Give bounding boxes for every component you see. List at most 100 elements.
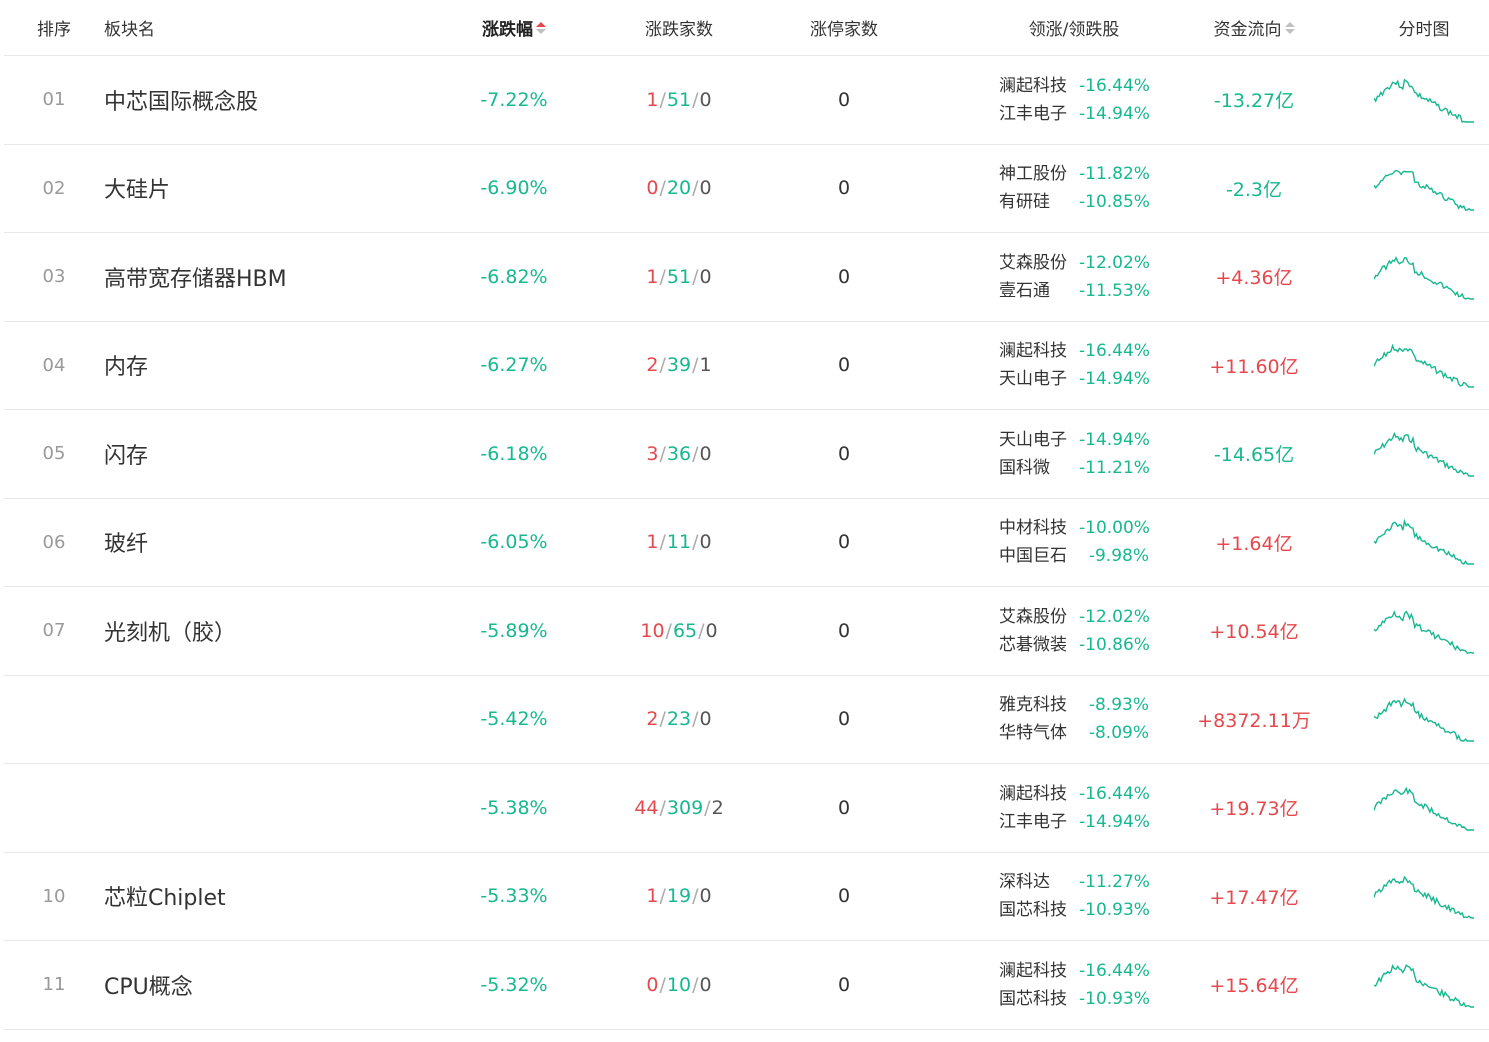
leader-stocks: 中材科技 -10.00% 中国巨石 -9.98% xyxy=(954,499,1194,587)
leader-stock-change: -10.93% xyxy=(1079,988,1150,1009)
leader-stock-item[interactable]: 澜起科技 -16.44% xyxy=(999,783,1150,805)
leader-stock-item[interactable]: 江丰电子 -14.94% xyxy=(999,103,1150,125)
leader-stock-name[interactable]: 天山电子 xyxy=(999,429,1079,451)
table-row[interactable]: 10 芯粒Chiplet -5.33% 1/19/0 0 深科达 -11.27% 国芯科技 -1… xyxy=(4,853,1489,941)
leader-stock-name[interactable]: 江丰电子 xyxy=(999,811,1079,833)
leader-stock-item[interactable]: 芯碁微装 -10.86% xyxy=(999,634,1150,656)
leader-stock-name[interactable]: 艾森股份 xyxy=(999,606,1079,628)
leader-stock-item[interactable]: 中国巨石 -9.98% xyxy=(999,545,1149,567)
leader-stock-item[interactable]: 深科达 -11.27% xyxy=(999,871,1150,893)
leader-stock-item[interactable]: 华特气体 -8.09% xyxy=(999,722,1149,744)
capital-flow: +10.54亿 xyxy=(1209,621,1299,644)
sort-active-icon xyxy=(536,21,546,34)
change-percent: -6.90% xyxy=(480,177,548,200)
table-row[interactable]: 07 光刻机（胶） -5.89% 10/65/0 0 艾森股份 -12.02% 芯碁微装 -10… xyxy=(4,587,1489,676)
intraday-sparkline[interactable] xyxy=(1364,764,1484,852)
leader-stock-item[interactable]: 艾森股份 -12.02% xyxy=(999,252,1150,274)
sector-name-link[interactable]: 光刻机（胶） xyxy=(104,587,404,675)
decliners-count: 51 xyxy=(666,265,692,288)
leader-stock-item[interactable]: 天山电子 -14.94% xyxy=(999,368,1150,390)
leader-stock-item[interactable]: 艾森股份 -12.02% xyxy=(999,606,1150,628)
separator: / xyxy=(692,885,699,908)
table-row[interactable]: -5.38% 44/309/2 0 澜起科技 -16.44% 江丰电子 -14.94% +19… xyxy=(4,764,1489,853)
sector-name-link[interactable]: CPU概念 xyxy=(104,941,404,1029)
intraday-sparkline[interactable] xyxy=(1364,410,1484,498)
leader-stock-item[interactable]: 神工股份 -11.82% xyxy=(999,163,1150,185)
leader-stock-name[interactable]: 神工股份 xyxy=(999,163,1079,185)
intraday-sparkline[interactable] xyxy=(1364,941,1484,1029)
leader-stock-item[interactable]: 澜起科技 -16.44% xyxy=(999,960,1150,982)
leader-stock-name[interactable]: 深科达 xyxy=(999,871,1079,893)
table-row[interactable]: -5.42% 2/23/0 0 雅克科技 -8.93% 华特气体 -8.09% +8372.1… xyxy=(4,676,1489,764)
leader-stock-change: -11.82% xyxy=(1079,164,1150,185)
intraday-sparkline[interactable] xyxy=(1364,322,1484,410)
leader-stock-name[interactable]: 澜起科技 xyxy=(999,960,1079,982)
leader-stock-name[interactable]: 国芯科技 xyxy=(999,899,1079,921)
change-percent: -5.89% xyxy=(480,619,548,642)
sector-name-link[interactable]: 闪存 xyxy=(104,410,404,498)
unchanged-count: 0 xyxy=(699,531,712,554)
sector-name-link[interactable]: 高带宽存储器HBM xyxy=(104,233,404,321)
table-row[interactable]: 05 闪存 -6.18% 3/36/0 0 天山电子 -14.94% 国科微 -11.21% -1… xyxy=(4,410,1489,499)
leader-stock-name[interactable]: 华特气体 xyxy=(999,722,1079,744)
table-row[interactable]: 06 玻纤 -6.05% 1/11/0 0 中材科技 -10.00% 中国巨石 -9.98% +1… xyxy=(4,499,1489,587)
sector-name-link[interactable]: 中芯国际概念股 xyxy=(104,56,404,144)
intraday-sparkline[interactable] xyxy=(1364,499,1484,587)
leader-stock-name[interactable]: 艾森股份 xyxy=(999,252,1079,274)
leader-stock-name[interactable]: 芯碁微装 xyxy=(999,634,1079,656)
sector-name-link[interactable]: 芯粒Chiplet xyxy=(104,853,404,941)
table-row[interactable]: 02 大硅片 -6.90% 0/20/0 0 神工股份 -11.82% 有研硅 -10.85% -… xyxy=(4,145,1489,233)
leader-stock-item[interactable]: 国芯科技 -10.93% xyxy=(999,988,1150,1010)
leader-stock-item[interactable]: 有研硅 -10.85% xyxy=(999,191,1150,213)
sparkline-chart xyxy=(1374,875,1474,919)
leader-stock-name[interactable]: 江丰电子 xyxy=(999,103,1079,125)
leader-stock-item[interactable]: 雅克科技 -8.93% xyxy=(999,694,1149,716)
sector-name-link[interactable]: 玻纤 xyxy=(104,499,404,587)
capital-flow: +8372.11万 xyxy=(1197,709,1311,732)
leader-stock-name[interactable]: 中国巨石 xyxy=(999,545,1079,567)
intraday-sparkline[interactable] xyxy=(1364,853,1484,941)
table-row[interactable]: 11 CPU概念 -5.32% 0/10/0 0 澜起科技 -16.44% 国芯科技 -10.9… xyxy=(4,941,1489,1030)
capital-flow: +11.60亿 xyxy=(1209,355,1299,378)
sparkline-path xyxy=(1374,431,1474,477)
leader-stock-name[interactable]: 壹石通 xyxy=(999,280,1079,302)
intraday-sparkline[interactable] xyxy=(1364,56,1484,144)
leader-stock-item[interactable]: 澜起科技 -16.44% xyxy=(999,340,1150,362)
leader-stock-item[interactable]: 国科微 -11.21% xyxy=(999,457,1150,479)
leader-stock-item[interactable]: 天山电子 -14.94% xyxy=(999,429,1150,451)
intraday-sparkline[interactable] xyxy=(1364,145,1484,233)
header-flow-sort[interactable]: 资金流向 xyxy=(1174,0,1334,55)
leader-stock-item[interactable]: 江丰电子 -14.94% xyxy=(999,811,1150,833)
sector-name-link[interactable] xyxy=(104,676,404,764)
leader-stock-item[interactable]: 澜起科技 -16.44% xyxy=(999,75,1150,97)
leader-stock-name[interactable]: 澜起科技 xyxy=(999,340,1079,362)
intraday-sparkline[interactable] xyxy=(1364,587,1484,675)
table-row[interactable]: 01 中芯国际概念股 -7.22% 1/51/0 0 澜起科技 -16.44% 江丰电子 -14… xyxy=(4,56,1489,145)
leader-stock-name[interactable]: 国芯科技 xyxy=(999,988,1079,1010)
sector-name-link[interactable]: 大硅片 xyxy=(104,145,404,233)
leader-stock-change: -10.93% xyxy=(1079,900,1150,921)
leader-stock-item[interactable]: 壹石通 -11.53% xyxy=(999,280,1150,302)
decliners-count: 19 xyxy=(666,885,692,908)
header-change-label: 涨跌幅 xyxy=(482,20,533,40)
table-row[interactable]: 04 内存 -6.27% 2/39/1 0 澜起科技 -16.44% 天山电子 -14.94% +… xyxy=(4,322,1489,410)
leader-stock-item[interactable]: 中材科技 -10.00% xyxy=(999,517,1150,539)
sector-name-link[interactable]: 内存 xyxy=(104,322,404,410)
table-row[interactable]: 03 高带宽存储器HBM -6.82% 1/51/0 0 艾森股份 -12.02% 壹石通 -1… xyxy=(4,233,1489,322)
intraday-sparkline[interactable] xyxy=(1364,233,1484,321)
leader-stock-name[interactable]: 澜起科技 xyxy=(999,783,1079,805)
leader-stock-name[interactable]: 天山电子 xyxy=(999,368,1079,390)
header-change-sort[interactable]: 涨跌幅 xyxy=(444,0,584,55)
leader-stock-change: -8.93% xyxy=(1088,695,1149,716)
leader-stock-name[interactable]: 雅克科技 xyxy=(999,694,1079,716)
leader-stock-name[interactable]: 有研硅 xyxy=(999,191,1079,213)
intraday-sparkline[interactable] xyxy=(1364,676,1484,764)
leader-stock-item[interactable]: 国芯科技 -10.93% xyxy=(999,899,1150,921)
leader-stock-name[interactable]: 国科微 xyxy=(999,457,1079,479)
advance-decline-counts: 0/10/0 xyxy=(609,941,749,1029)
leader-stock-name[interactable]: 中材科技 xyxy=(999,517,1079,539)
leader-stocks: 澜起科技 -16.44% 天山电子 -14.94% xyxy=(954,322,1194,410)
unchanged-count: 2 xyxy=(711,796,724,819)
leader-stock-name[interactable]: 澜起科技 xyxy=(999,75,1079,97)
unchanged-count: 0 xyxy=(705,619,718,642)
